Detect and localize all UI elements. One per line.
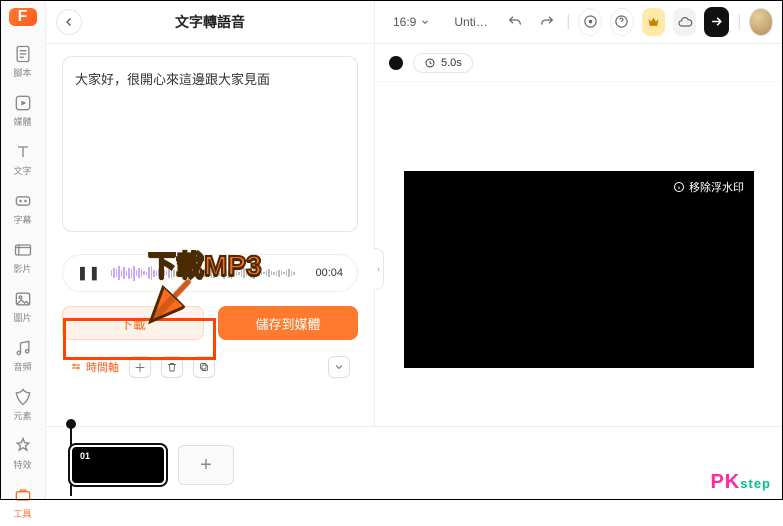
chevron-down-icon [333,361,345,373]
pause-button[interactable]: ❚❚ [77,265,101,281]
collapse-button[interactable] [328,356,350,378]
timeline-clip[interactable]: 01 [70,445,166,485]
rail-label: 媒體 [13,115,31,128]
info-icon [673,181,685,193]
remove-watermark-label: 移除浮水印 [689,179,744,195]
tools-icon [13,485,33,505]
rail-label: 文字 [13,164,31,177]
delete-button[interactable] [161,356,183,378]
rail-item-tools[interactable]: 工具 [3,479,43,526]
element-icon [13,387,33,407]
copy-button[interactable] [193,356,215,378]
clip-index: 01 [77,450,93,462]
redo-icon [539,14,555,30]
add-button[interactable]: ＋ [129,356,151,378]
copy-icon [198,361,210,373]
clip-toolbar: 時間軸 ＋ [62,356,358,378]
help-icon [614,14,629,29]
rail-item-effect[interactable]: 特效 [3,430,43,477]
doc-name[interactable]: Unti… [446,11,495,33]
timeline: 01 + [46,426,783,500]
undo-button[interactable] [504,8,527,36]
waveform[interactable] [111,262,306,284]
audio-icon [13,338,33,358]
timeline-toggle-label: 時間軸 [86,359,119,375]
rail-label: 元素 [13,409,31,422]
audio-preview-card: ❚❚ 00:04 [62,254,358,292]
right-area: 16:9 Unti… | | 5.0s [375,0,783,500]
crown-icon [646,14,661,29]
video-icon [13,240,33,260]
undo-icon [507,14,523,30]
rail-label: 字幕 [13,213,31,226]
video-preview[interactable]: 移除浮水印 [404,171,754,368]
panel-collapse-handle[interactable]: ‹ [374,248,384,290]
aspect-ratio-select[interactable]: 16:9 [385,11,438,33]
rail-item-script[interactable]: 腳本 [3,38,43,85]
export-button[interactable] [704,7,729,37]
rail-label: 音頻 [13,360,31,373]
trash-icon [166,361,178,373]
tts-panel: 文字轉語音 ❚❚ 00:04 下載 儲存到媒體 時間軸 ＋ [46,0,375,500]
timeline-icon [70,361,82,373]
rail-item-image[interactable]: 圖片 [3,283,43,330]
help-button[interactable] [610,8,634,36]
canvas-info-row: 5.0s [375,44,783,82]
scene-duration[interactable]: 5.0s [413,53,473,73]
save-to-media-button[interactable]: 儲存到媒體 [218,306,358,340]
timeline-toggle[interactable]: 時間軸 [70,359,119,375]
text-icon [13,142,33,162]
chevron-left-icon [63,16,75,28]
caption-icon [13,191,33,211]
rail-label: 特效 [13,458,31,471]
app-logo: F [9,8,37,26]
user-avatar[interactable] [749,8,773,36]
chevron-down-icon [420,17,430,27]
aspect-value: 16:9 [393,15,416,29]
rail-item-text[interactable]: 文字 [3,136,43,183]
redo-button[interactable] [535,8,558,36]
effect-icon [13,436,33,456]
upgrade-button[interactable] [642,8,665,36]
duration-value: 5.0s [441,57,462,69]
preview-area: ‹ 移除浮水印 [375,82,783,456]
panel-header: 文字轉語音 [46,0,374,44]
rail-item-element[interactable]: 元素 [3,381,43,428]
media-icon [13,93,33,113]
topbar: 16:9 Unti… | | [375,0,783,44]
rail-item-caption[interactable]: 字幕 [3,185,43,232]
history-icon [583,14,598,29]
audio-time: 00:04 [315,267,343,279]
rail-label: 圖片 [13,311,31,324]
rail-label: 影片 [13,262,31,275]
rail-label: 工具 [13,507,31,520]
cloud-icon [677,14,693,30]
left-rail: F 腳本 媒體 文字 字幕 影片 圖片 音頻 元素 特效 工具 [0,0,46,500]
panel-title: 文字轉語音 [175,12,245,32]
remove-watermark-button[interactable]: 移除浮水印 [673,179,744,195]
rail-item-media[interactable]: 媒體 [3,87,43,134]
history-button[interactable] [578,8,602,36]
cloud-button[interactable] [673,8,696,36]
arrow-right-icon [709,14,724,29]
image-icon [13,289,33,309]
rail-label: 腳本 [13,66,31,79]
add-clip-button[interactable]: + [178,445,234,485]
scene-dot[interactable] [389,56,403,70]
clock-icon [424,57,436,69]
rail-item-audio[interactable]: 音頻 [3,332,43,379]
tts-textarea[interactable] [62,56,358,232]
back-button[interactable] [56,9,82,35]
download-button[interactable]: 下載 [62,306,204,340]
script-icon [13,44,33,64]
rail-item-video[interactable]: 影片 [3,234,43,281]
